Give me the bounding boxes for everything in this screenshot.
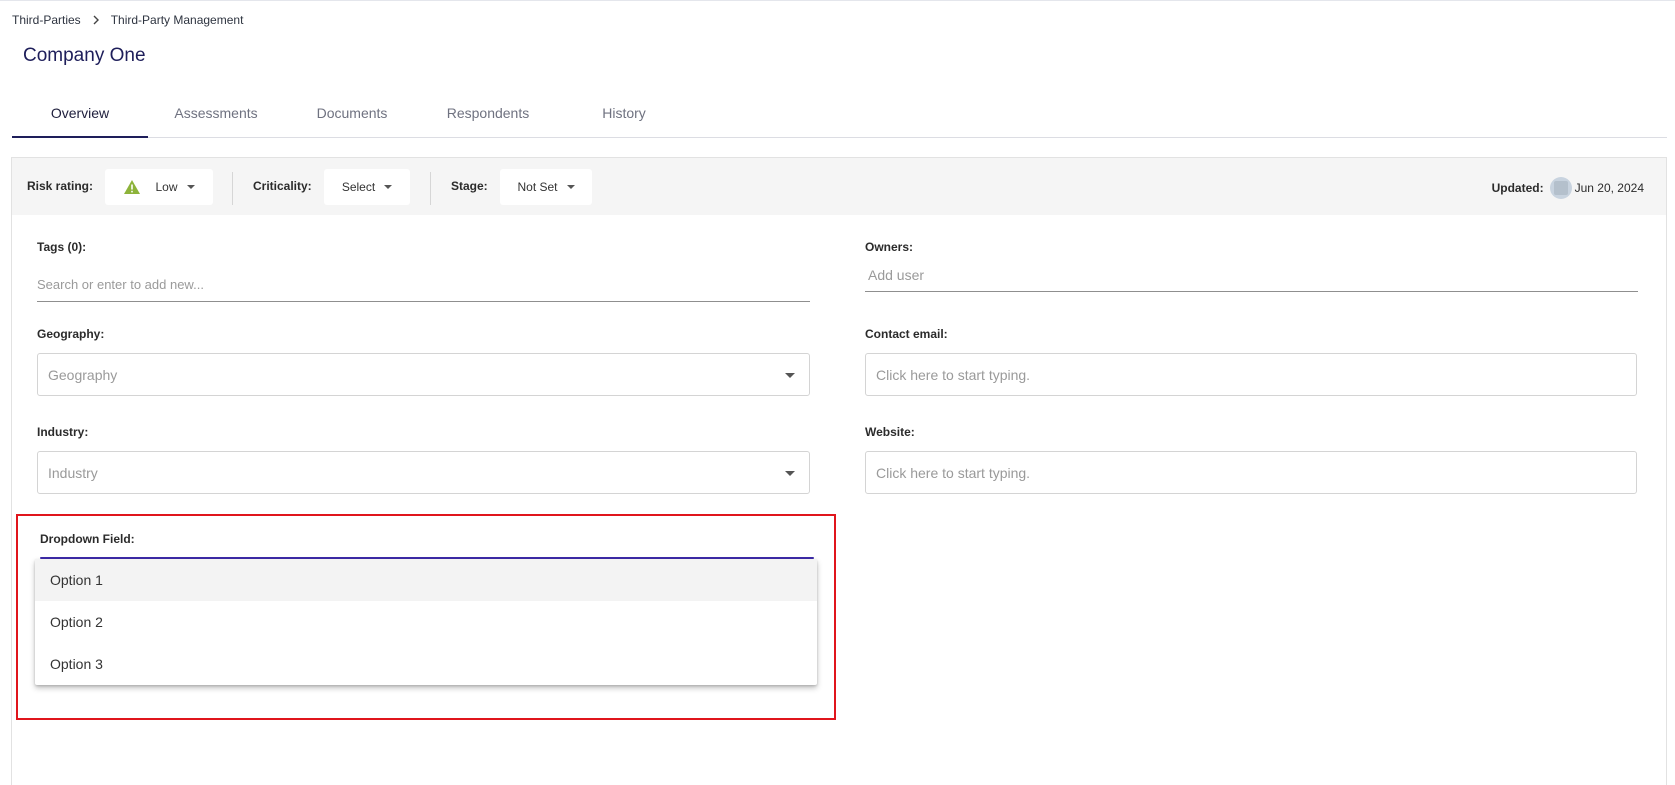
stage-dropdown[interactable]: Not Set [500, 169, 592, 205]
criticality-value: Select [341, 180, 376, 194]
website-box[interactable] [865, 451, 1637, 494]
top-border [0, 0, 1675, 1]
tags-input[interactable] [37, 268, 810, 302]
risk-rating-value: Low [155, 180, 178, 194]
owners-input[interactable] [865, 259, 1638, 292]
page-title: Company One [23, 45, 146, 66]
dropdown-option-1[interactable]: Option 1 [35, 559, 817, 601]
caret-down-icon [384, 185, 393, 189]
chevron-right-icon [91, 14, 101, 26]
caret-down-icon [785, 471, 795, 476]
breadcrumb-parent-link[interactable]: Third-Parties [12, 13, 81, 27]
owners-label: Owners: [865, 240, 914, 254]
dropdown-option-2[interactable]: Option 2 [35, 601, 817, 643]
caret-down-icon [785, 373, 795, 378]
tab-respondents[interactable]: Respondents [420, 96, 556, 138]
industry-field[interactable] [38, 452, 809, 493]
website-field[interactable] [866, 452, 1636, 493]
avatar [1549, 177, 1572, 199]
industry-select[interactable] [37, 451, 810, 494]
tab-documents[interactable]: Documents [284, 96, 420, 138]
attributes-toolbar: Risk rating: Low Criticality: Select Sta… [12, 158, 1666, 215]
breadcrumb-current: Third-Party Management [110, 13, 244, 27]
risk-rating-label: Risk rating: [27, 179, 94, 193]
caret-down-icon [566, 185, 575, 189]
updated-date: Jun 20, 2024 [1574, 181, 1644, 195]
tab-assessments[interactable]: Assessments [148, 96, 284, 138]
contact-email-box[interactable] [865, 353, 1637, 396]
geography-select[interactable] [37, 353, 810, 396]
caret-down-icon [186, 185, 195, 189]
tab-history[interactable]: History [556, 96, 692, 138]
toolbar-divider [232, 172, 233, 205]
breadcrumb: Third-Parties Third-Party Management [12, 13, 243, 27]
risk-rating-dropdown[interactable]: Low [105, 169, 213, 205]
geography-field[interactable] [38, 354, 809, 395]
tab-bar: Overview Assessments Documents Responden… [12, 96, 1667, 138]
criticality-dropdown[interactable]: Select [324, 169, 410, 205]
contact-email-field[interactable] [866, 354, 1636, 395]
updated-info: Updated: Jun 20, 2024 [1492, 177, 1644, 199]
dropdown-field-label: Dropdown Field: [40, 532, 135, 546]
contact-email-label: Contact email: [865, 327, 948, 341]
website-label: Website: [865, 425, 915, 439]
criticality-label: Criticality: [253, 179, 312, 193]
tab-overview[interactable]: Overview [12, 96, 148, 138]
industry-label: Industry: [37, 425, 89, 439]
dropdown-option-3[interactable]: Option 3 [35, 643, 817, 685]
stage-label: Stage: [451, 179, 488, 193]
updated-label: Updated: [1491, 181, 1544, 195]
geography-label: Geography: [37, 327, 105, 341]
stage-value: Not Set [517, 180, 558, 194]
dropdown-menu: Option 1 Option 2 Option 3 [35, 559, 817, 685]
toolbar-divider [430, 172, 431, 205]
tags-label: Tags (0): [37, 240, 87, 254]
warning-icon [123, 179, 141, 195]
